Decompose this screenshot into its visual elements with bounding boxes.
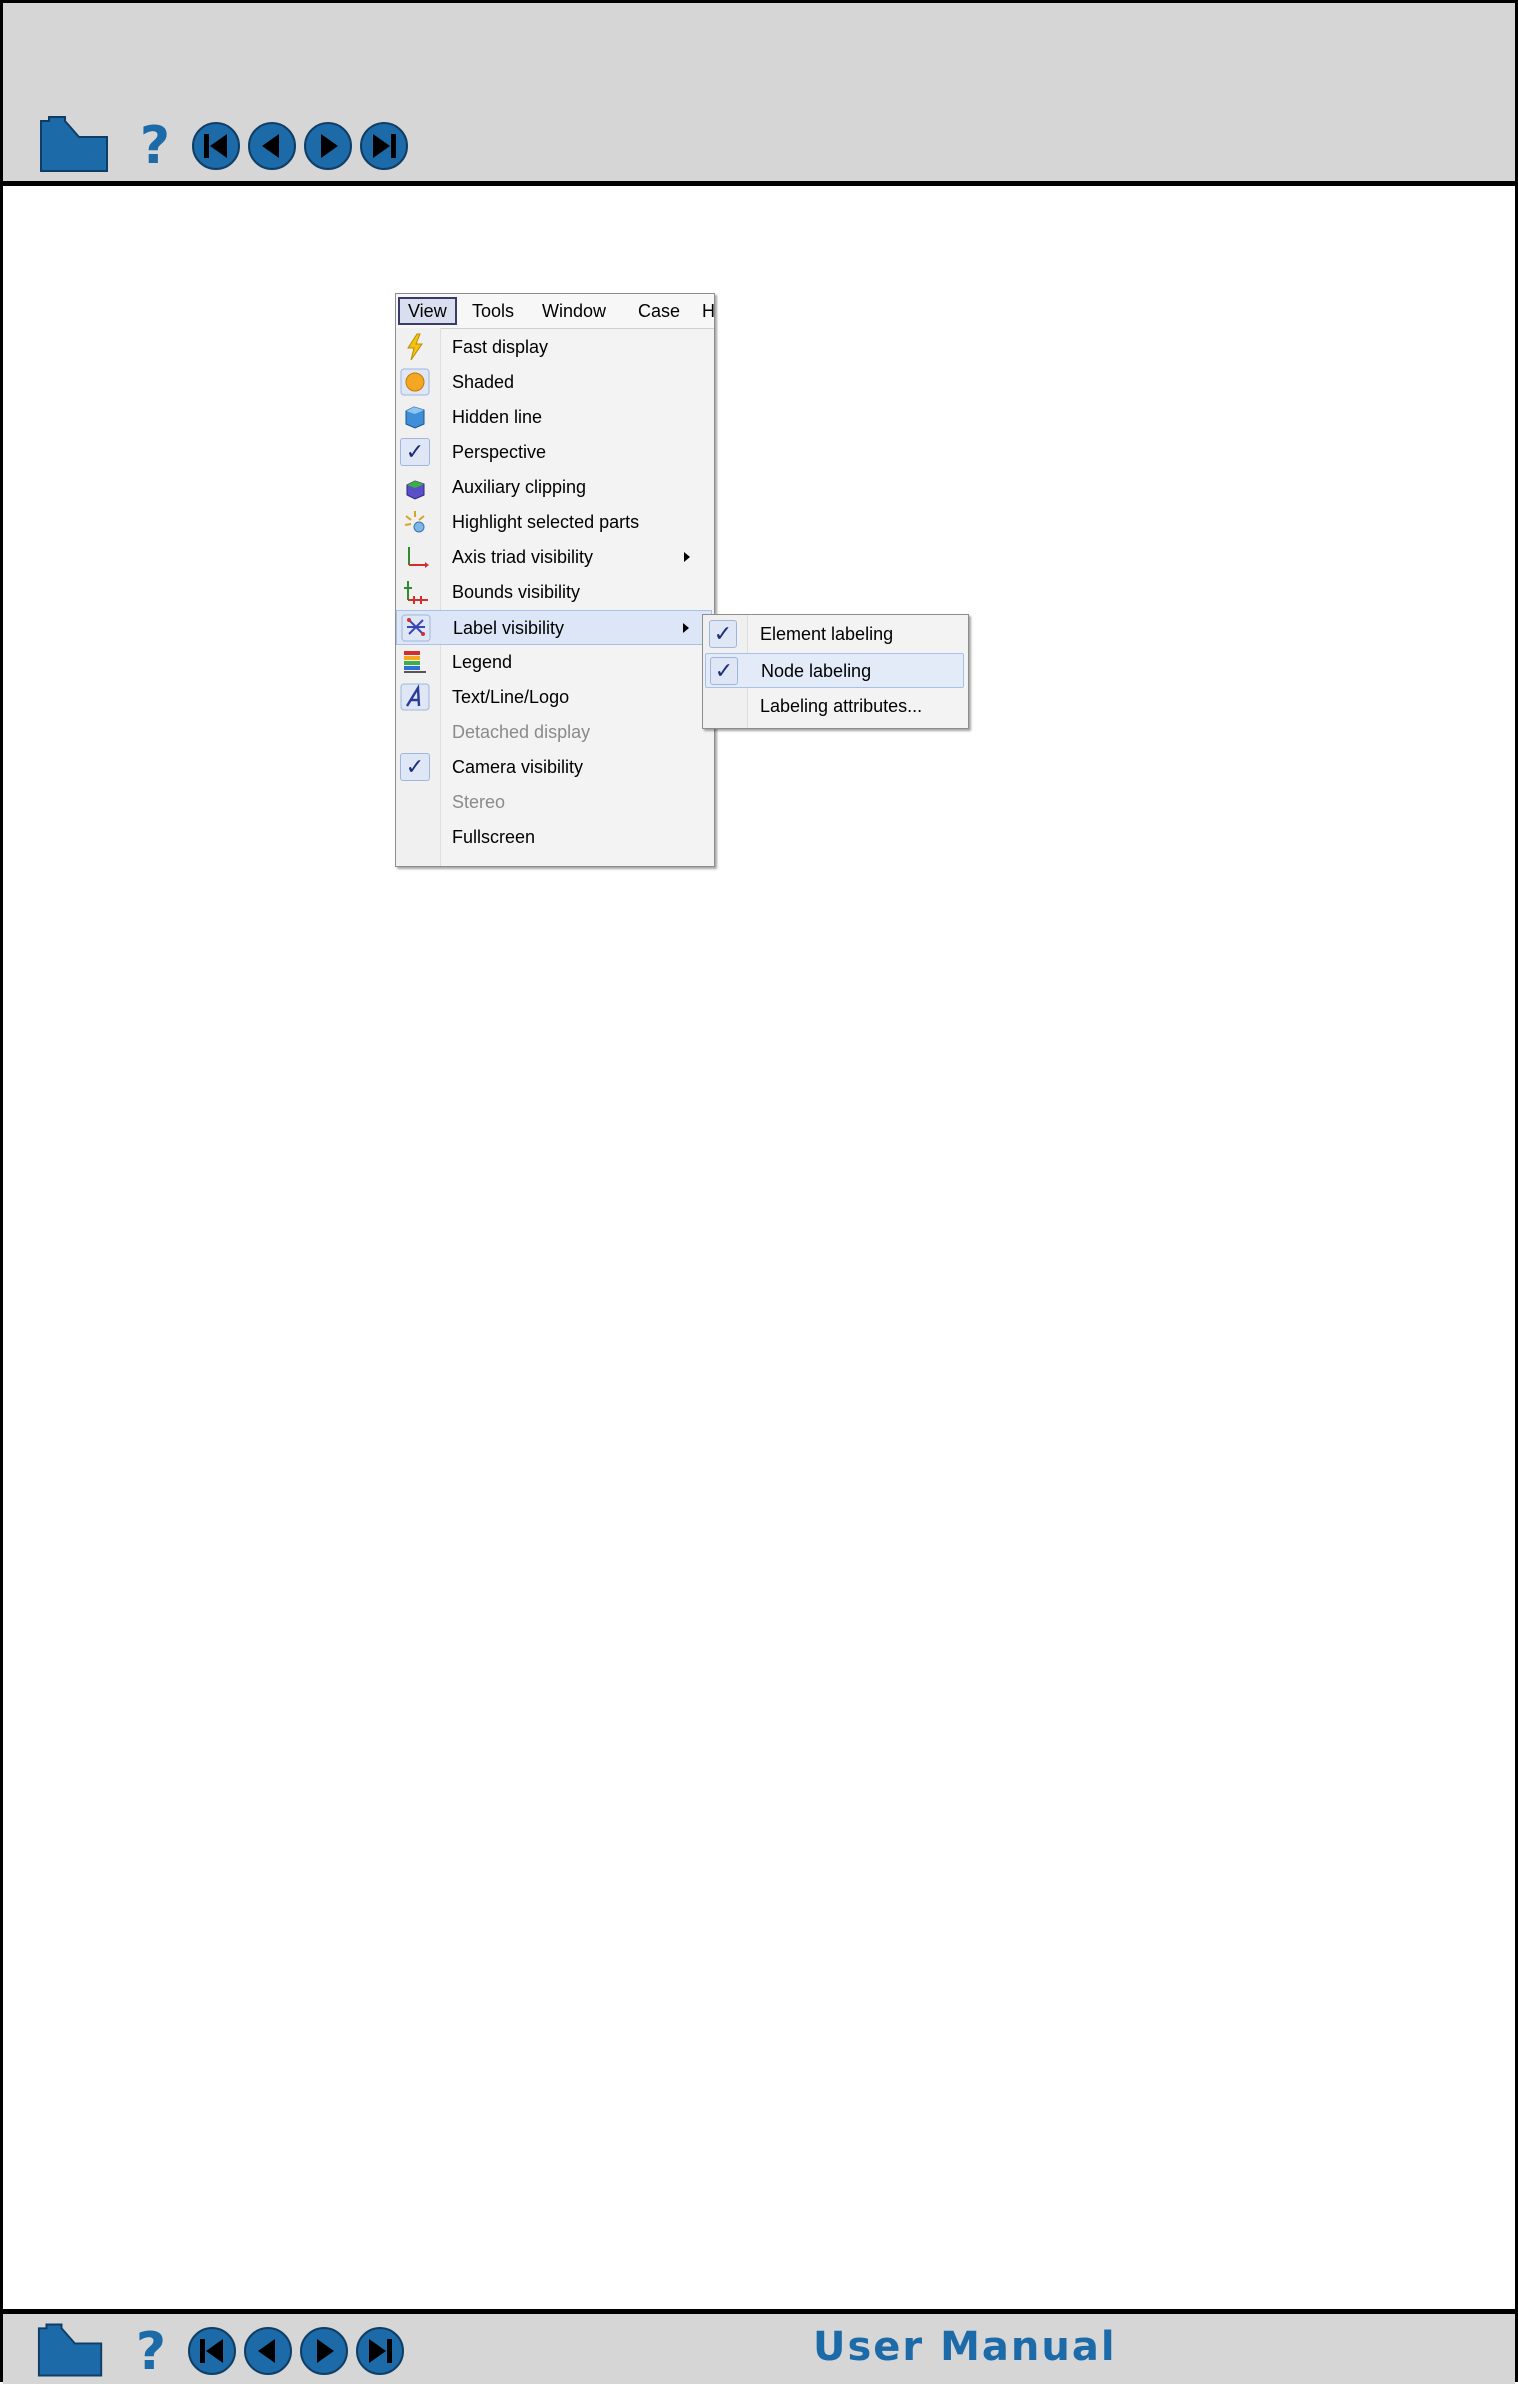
auxiliary-clipping-icon (406, 480, 425, 500)
menu-item-auxiliary-clipping[interactable]: Auxiliary clipping (396, 470, 712, 505)
menu-item-label: Label visibility (453, 618, 565, 638)
submenu-arrow-icon (684, 552, 690, 562)
help-icon[interactable]: ? (133, 119, 177, 173)
menu-item-label: Fast display (452, 337, 549, 357)
menu-item-legend[interactable]: Legend (396, 645, 712, 680)
submenu-item-labeling-attributes[interactable]: Labeling attributes... (705, 689, 964, 724)
menu-item-detached-display: Detached display (396, 715, 712, 750)
manual-title: User Manual (813, 2324, 1117, 2370)
checkmark-icon: ✓ (400, 438, 430, 466)
next-page-icon[interactable] (303, 121, 353, 171)
menu-item-label: Detached display (452, 722, 591, 742)
hidden-line-cube-icon (405, 406, 425, 429)
home-icon[interactable] (37, 2322, 105, 2378)
checkmark-icon: ✓ (709, 620, 737, 648)
previous-page-icon[interactable] (247, 121, 297, 171)
menu-item-label: Stereo (452, 792, 506, 812)
home-icon[interactable] (39, 115, 111, 173)
menu-window[interactable]: Window (542, 298, 606, 324)
svg-text:?: ? (140, 119, 170, 173)
menu-item-hidden-line[interactable]: Hidden line (396, 400, 712, 435)
menu-item-label: Shaded (452, 372, 515, 392)
menu-tools[interactable]: Tools (472, 298, 514, 324)
submenu-item-label: Node labeling (761, 661, 872, 681)
next-page-icon[interactable] (299, 2326, 349, 2376)
submenu-item-label: Labeling attributes... (760, 696, 923, 716)
submenu-arrow-icon (683, 623, 689, 633)
menu-item-shaded[interactable]: Shaded (396, 365, 712, 400)
menu-item-label: Fullscreen (452, 827, 536, 847)
menu-item-label: Perspective (452, 442, 547, 462)
menu-view[interactable]: View (398, 297, 457, 325)
last-page-icon[interactable] (359, 121, 409, 171)
menu-item-label: Highlight selected parts (452, 512, 640, 532)
lightning-icon (407, 333, 423, 361)
menu-item-label-visibility[interactable]: Label visibility (396, 610, 712, 645)
axis-triad-icon (408, 547, 429, 568)
menu-item-label: Bounds visibility (452, 582, 581, 602)
top-nav-bar: ? (3, 3, 1515, 186)
checkmark-icon: ✓ (710, 657, 738, 685)
menu-item-fullscreen[interactable]: Fullscreen (396, 820, 712, 855)
menu-item-label: Text/Line/Logo (452, 687, 570, 707)
submenu-item-label: Element labeling (760, 624, 894, 644)
menu-item-label: Axis triad visibility (452, 547, 594, 567)
menu-item-label: Hidden line (452, 407, 543, 427)
menu-item-highlight-selected-parts[interactable]: Highlight selected parts (396, 505, 712, 540)
label-visibility-icon (401, 614, 431, 642)
menubar: View Tools Window Case H (396, 294, 714, 329)
view-menu: View Tools Window Case H Fast display Sh… (395, 293, 715, 867)
menu-item-label: Auxiliary clipping (452, 477, 587, 497)
menu-item-bounds-visibility[interactable]: Bounds visibility (396, 575, 712, 610)
menu-item-label: Camera visibility (452, 757, 584, 777)
highlight-parts-icon (404, 511, 425, 533)
menu-item-camera-visibility[interactable]: ✓ Camera visibility (396, 750, 712, 785)
menu-item-stereo: Stereo (396, 785, 712, 820)
first-page-icon[interactable] (191, 121, 241, 171)
previous-page-icon[interactable] (243, 2326, 293, 2376)
menu-item-axis-triad-visibility[interactable]: Axis triad visibility (396, 540, 712, 575)
shaded-sphere-icon (400, 368, 430, 396)
legend-icon (404, 651, 426, 673)
label-visibility-submenu: ✓ Element labeling ✓ Node labeling Label… (702, 614, 969, 729)
bottom-nav-bar: ? User Manual (3, 2309, 1515, 2384)
page-frame: ? View Tools Window Case H Fast display … (0, 0, 1518, 2384)
checkmark-icon: ✓ (400, 753, 430, 781)
menu-item-perspective[interactable]: ✓ Perspective (396, 435, 712, 470)
menu-case[interactable]: Case (638, 298, 680, 324)
menu-item-fast-display[interactable]: Fast display (396, 330, 712, 365)
menu-help-partial[interactable]: H (702, 298, 714, 324)
bounds-icon (404, 581, 428, 604)
svg-text:?: ? (136, 2322, 166, 2378)
menu-item-label: Legend (452, 652, 513, 672)
submenu-item-node-labeling[interactable]: ✓ Node labeling (705, 653, 964, 688)
submenu-item-element-labeling[interactable]: ✓ Element labeling (705, 617, 964, 652)
menu-item-text-line-logo[interactable]: Text/Line/Logo (396, 680, 712, 715)
help-icon[interactable]: ? (129, 2322, 173, 2378)
first-page-icon[interactable] (187, 2326, 237, 2376)
last-page-icon[interactable] (355, 2326, 405, 2376)
text-line-logo-icon (400, 683, 430, 711)
